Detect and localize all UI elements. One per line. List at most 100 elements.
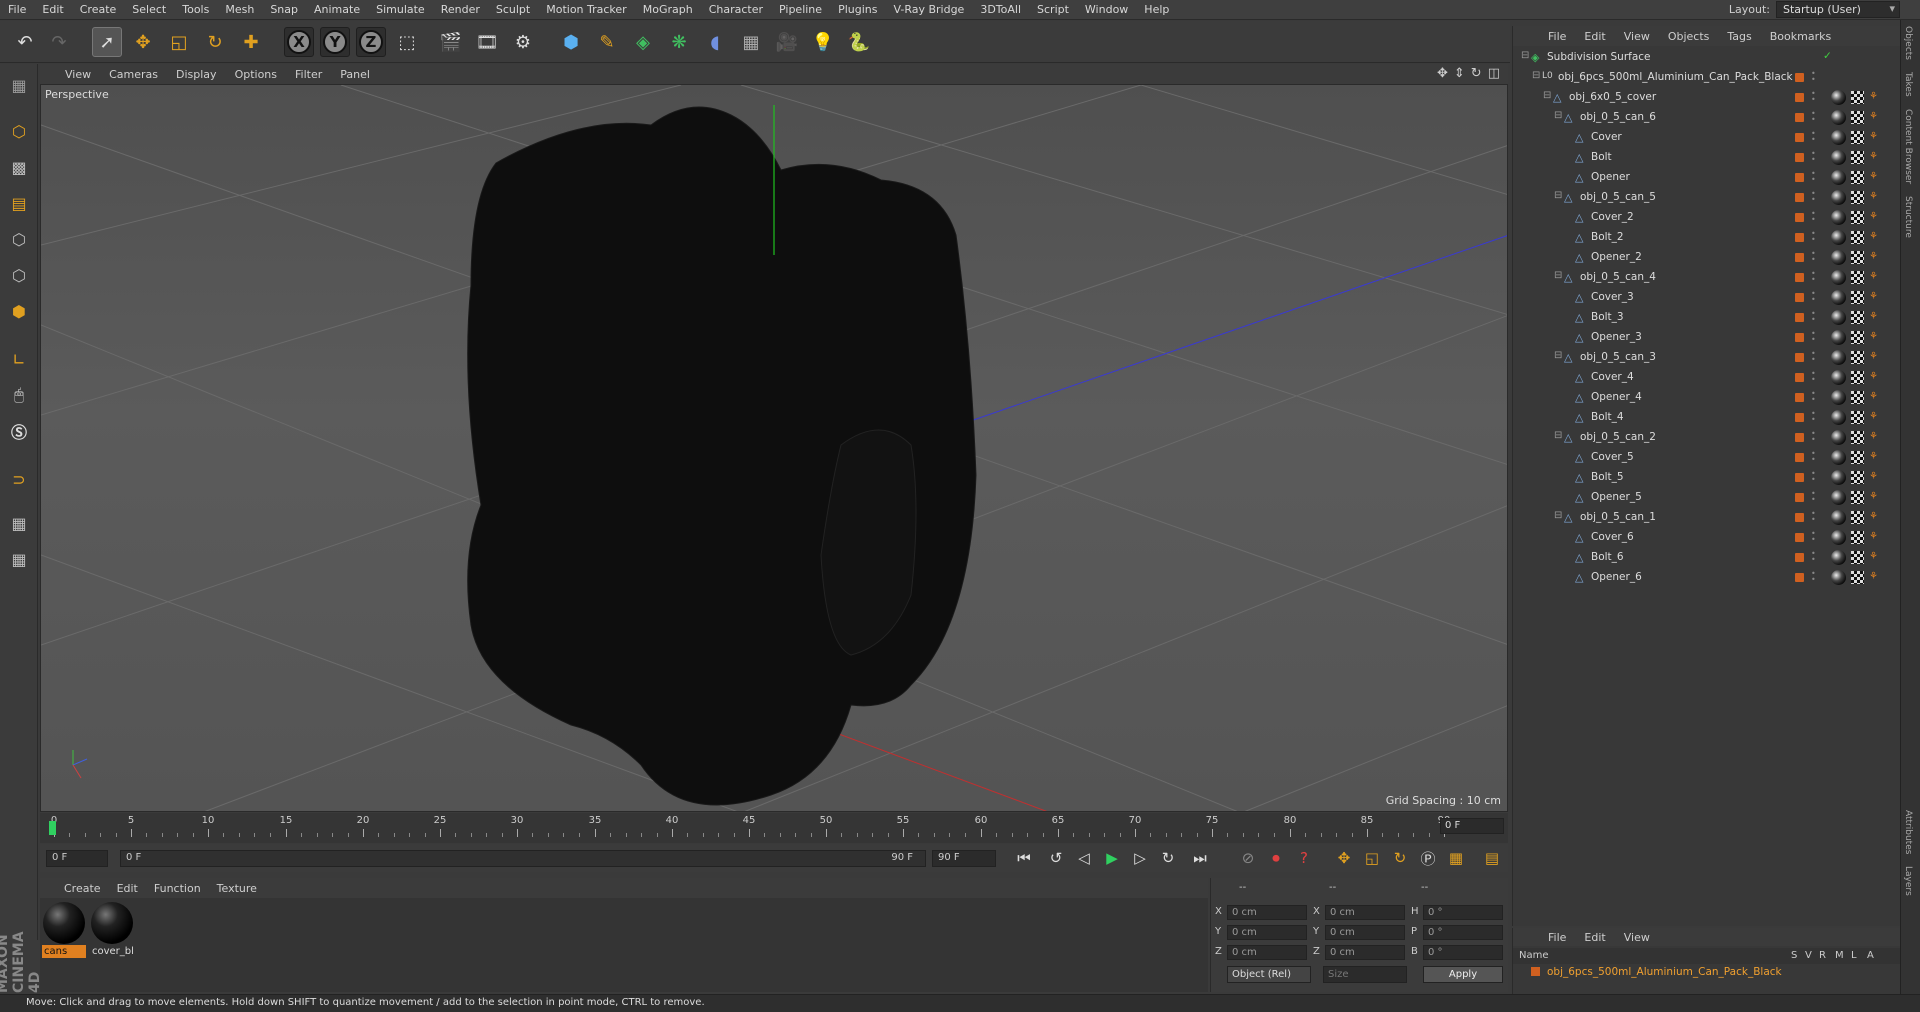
layer-tag-icon[interactable] xyxy=(1795,393,1804,402)
phong-tag-icon[interactable]: ⚘ xyxy=(1869,551,1878,562)
menu-select[interactable]: Select xyxy=(124,3,174,16)
key-param-icon[interactable]: Ⓟ xyxy=(1416,847,1440,869)
goto-start-icon[interactable]: ⏮ xyxy=(1012,847,1036,869)
phong-tag-icon[interactable]: ⚘ xyxy=(1869,411,1878,422)
texture-tag-icon[interactable] xyxy=(1851,251,1864,264)
key-scale-icon[interactable]: ◱ xyxy=(1360,847,1384,869)
tree-item[interactable]: △ ⊟ obj_0_5_can_3 • • ⚘ xyxy=(1513,348,1901,368)
layer-tag-icon[interactable] xyxy=(1795,313,1804,322)
object-menu-edit[interactable]: Edit xyxy=(1575,30,1614,43)
visibility-dots-icon[interactable]: • • xyxy=(1811,450,1816,464)
menu-snap[interactable]: Snap xyxy=(262,3,306,16)
material-tag-icon[interactable] xyxy=(1831,130,1846,145)
menu-3dtoall[interactable]: 3DToAll xyxy=(972,3,1029,16)
material-tag-icon[interactable] xyxy=(1831,470,1846,485)
timeline-track[interactable]: 051015202530354045505560657075808590 xyxy=(48,815,1450,841)
camera-icon[interactable]: 🎥 xyxy=(772,27,802,57)
layer-tag-icon[interactable] xyxy=(1795,233,1804,242)
material-menu-texture[interactable]: Texture xyxy=(209,882,265,895)
tree-item[interactable]: △ Bolt_6 • • ⚘ xyxy=(1513,548,1901,568)
phong-tag-icon[interactable]: ⚘ xyxy=(1869,271,1878,282)
menu-mesh[interactable]: Mesh xyxy=(217,3,262,16)
tree-item[interactable]: △ ⊟ obj_0_5_can_5 • • ⚘ xyxy=(1513,188,1901,208)
material-tag-icon[interactable] xyxy=(1831,430,1846,445)
pos-z-field[interactable]: 0 cm xyxy=(1227,945,1307,960)
phong-tag-icon[interactable]: ⚘ xyxy=(1869,291,1878,302)
viewport-perspective[interactable]: Perspective Grid Spacing : 10 cm xyxy=(40,84,1508,812)
layer-tag-icon[interactable] xyxy=(1795,493,1804,502)
prev-key-icon[interactable]: ↺ xyxy=(1044,847,1068,869)
toggle-view-icon[interactable]: ◫ xyxy=(1488,66,1500,81)
visibility-dots-icon[interactable]: • • xyxy=(1811,170,1816,184)
layer-tag-icon[interactable] xyxy=(1795,413,1804,422)
rot-b-field[interactable]: 0 ° xyxy=(1423,945,1503,960)
menu-script[interactable]: Script xyxy=(1029,3,1077,16)
pos-x-field[interactable]: 0 cm xyxy=(1227,905,1307,920)
visibility-dots-icon[interactable]: • • xyxy=(1811,210,1816,224)
visibility-dots-icon[interactable]: • • xyxy=(1811,430,1816,444)
edges-mode-icon[interactable]: ⬡ xyxy=(4,260,34,290)
visibility-dots-icon[interactable]: • • xyxy=(1811,230,1816,244)
timeline-window-icon[interactable]: ▤ xyxy=(1480,847,1504,869)
size-y-field[interactable]: 0 cm xyxy=(1325,925,1405,940)
texture-tag-icon[interactable] xyxy=(1851,211,1864,224)
pen-icon[interactable]: ✎ xyxy=(592,27,622,57)
layer-tag-icon[interactable] xyxy=(1795,93,1804,102)
size-x-field[interactable]: 0 cm xyxy=(1325,905,1405,920)
expand-toggle-icon[interactable]: ⊟ xyxy=(1554,350,1562,361)
end-frame-field[interactable]: 90 F xyxy=(932,850,996,867)
y-axis-lock-icon[interactable]: Y xyxy=(320,27,350,57)
tree-item[interactable]: △ Opener_5 • • ⚘ xyxy=(1513,488,1901,508)
tree-item[interactable]: △ Cover_2 • • ⚘ xyxy=(1513,208,1901,228)
phong-tag-icon[interactable]: ⚘ xyxy=(1869,111,1878,122)
expand-toggle-icon[interactable]: ⊟ xyxy=(1554,190,1562,201)
texture-tag-icon[interactable] xyxy=(1851,511,1864,524)
planar-workplane-icon[interactable]: ▦ xyxy=(4,544,34,574)
material-tag-icon[interactable] xyxy=(1831,290,1846,305)
enabled-check-icon[interactable]: ✓ xyxy=(1823,50,1832,62)
cloner-icon[interactable]: ❋ xyxy=(664,27,694,57)
phong-tag-icon[interactable]: ⚘ xyxy=(1869,151,1878,162)
current-frame-field[interactable]: 0 F xyxy=(1440,818,1504,834)
layer-tag-icon[interactable] xyxy=(1795,553,1804,562)
texture-tag-icon[interactable] xyxy=(1851,331,1864,344)
texture-tag-icon[interactable] xyxy=(1851,91,1864,104)
start-frame-field[interactable]: 0 F xyxy=(46,850,108,867)
menu-help[interactable]: Help xyxy=(1136,3,1177,16)
move-icon[interactable]: ✥ xyxy=(128,27,158,57)
layout-select[interactable]: Startup (User) xyxy=(1776,1,1900,18)
snap-icon[interactable]: Ⓢ xyxy=(4,416,34,446)
render-view-icon[interactable]: 🎬 xyxy=(436,27,466,57)
menu-edit[interactable]: Edit xyxy=(34,3,71,16)
menu-animate[interactable]: Animate xyxy=(306,3,368,16)
texture-tag-icon[interactable] xyxy=(1851,111,1864,124)
range-slider[interactable]: 0 F 90 F xyxy=(120,850,926,867)
redo-icon[interactable]: ↷ xyxy=(44,27,74,57)
material-tag-icon[interactable] xyxy=(1831,450,1846,465)
material-tag-icon[interactable] xyxy=(1831,390,1846,405)
material-tag-icon[interactable] xyxy=(1831,210,1846,225)
material-tag-icon[interactable] xyxy=(1831,250,1846,265)
floor-icon[interactable]: ▦ xyxy=(736,27,766,57)
material-swatch[interactable]: cover_bl xyxy=(90,902,134,958)
lock-workplane-icon[interactable]: ▦ xyxy=(4,508,34,538)
texture-tag-icon[interactable] xyxy=(1851,131,1864,144)
rot-p-field[interactable]: 0 ° xyxy=(1423,925,1503,940)
expand-toggle-icon[interactable]: ⊟ xyxy=(1554,110,1562,121)
apply-button[interactable]: Apply xyxy=(1423,966,1503,983)
magnet-icon[interactable]: ⊃ xyxy=(4,464,34,494)
workplane-icon[interactable]: ▤ xyxy=(4,188,34,218)
object-menu-objects[interactable]: Objects xyxy=(1659,30,1719,43)
layer-tag-icon[interactable] xyxy=(1795,293,1804,302)
material-menu-create[interactable]: Create xyxy=(56,882,109,895)
z-axis-lock-icon[interactable]: Z xyxy=(356,27,386,57)
visibility-dots-icon[interactable]: • • xyxy=(1811,110,1816,124)
material-tag-icon[interactable] xyxy=(1831,230,1846,245)
undo-icon[interactable]: ↶ xyxy=(10,27,40,57)
texture-tag-icon[interactable] xyxy=(1851,431,1864,444)
make-editable-icon[interactable]: ▦ xyxy=(4,70,34,100)
phong-tag-icon[interactable]: ⚘ xyxy=(1869,571,1878,582)
phong-tag-icon[interactable]: ⚘ xyxy=(1869,131,1878,142)
cube-icon[interactable]: ⬢ xyxy=(556,27,586,57)
visibility-dots-icon[interactable]: • • xyxy=(1811,130,1816,144)
